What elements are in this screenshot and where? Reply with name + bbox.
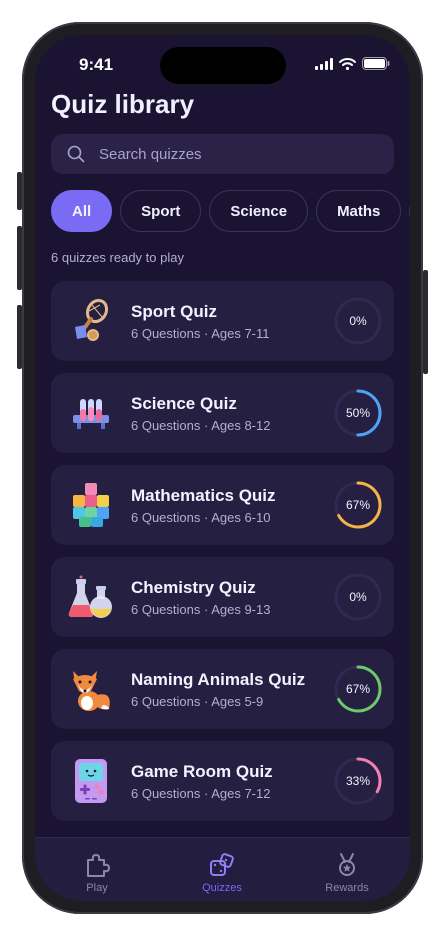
progress-label: 50%: [346, 406, 370, 420]
status-icons: [315, 57, 390, 70]
gameboy-icon: [75, 759, 107, 803]
mute-switch: [17, 172, 22, 210]
category-filter-chips: All Sport Science Maths: [51, 190, 410, 232]
quiz-meta: 6 Questions · Ages 7-12: [131, 786, 271, 801]
search-bar[interactable]: [51, 134, 394, 174]
chip-sport[interactable]: Sport: [120, 190, 202, 232]
quiz-title: Chemistry Quiz: [131, 578, 256, 597]
quiz-card-mathematics[interactable]: Mathematics Quiz 6 Questions · Ages 6-10…: [51, 465, 394, 545]
chip-science[interactable]: Science: [209, 190, 309, 232]
chip-more[interactable]: [409, 190, 410, 232]
volume-up-button: [17, 226, 22, 290]
flasks-icon: [68, 575, 112, 618]
chip-maths[interactable]: Maths: [316, 190, 402, 232]
status-bar: 9:41: [35, 35, 410, 91]
tab-label: Play: [86, 882, 108, 894]
quiz-card-naming-animals[interactable]: Naming Animals Quiz 6 Questions · Ages 5…: [51, 649, 394, 729]
progress-label: 67%: [346, 682, 370, 696]
quiz-card-game-room[interactable]: Game Room Quiz 6 Questions · Ages 7-12 3…: [51, 741, 394, 821]
quiz-meta: 6 Questions · Ages 9-13: [131, 602, 271, 617]
fox-icon: [73, 671, 110, 711]
wifi-icon: [339, 57, 356, 70]
chip-all[interactable]: All: [51, 190, 113, 232]
quiz-meta: 6 Questions · Ages 5-9: [131, 694, 264, 709]
medal-icon: [339, 853, 355, 876]
status-time: 9:41: [79, 55, 114, 74]
bottom-tab-bar: Play Quizzes Rewards: [35, 837, 410, 901]
progress-label: 0%: [349, 314, 367, 328]
tab-label: Rewards: [325, 882, 369, 894]
progress-ring: 67%: [334, 665, 382, 713]
quiz-meta: 6 Questions · Ages 7-11: [131, 326, 270, 341]
progress-ring: 67%: [334, 481, 382, 529]
quiz-title: Naming Animals Quiz: [131, 670, 306, 689]
progress-ring: 0%: [334, 573, 382, 621]
quiz-card-sport[interactable]: Sport Quiz 6 Questions · Ages 7-11 0%: [51, 281, 394, 361]
progress-ring: 33%: [334, 757, 382, 805]
quiz-meta: 6 Questions · Ages 8-12: [131, 418, 271, 433]
tab-play[interactable]: Play: [57, 852, 137, 894]
badminton-icon: [75, 298, 109, 341]
quiz-meta: 6 Questions · Ages 6-10: [131, 510, 271, 525]
dice-icon: [210, 853, 234, 876]
dynamic-island: [160, 47, 286, 84]
search-input[interactable]: [97, 144, 381, 164]
quiz-title: Game Room Quiz: [131, 762, 273, 781]
progress-label: 33%: [346, 774, 370, 788]
progress-ring: 50%: [334, 389, 382, 437]
quiz-title: Science Quiz: [131, 394, 237, 413]
page-title: Quiz library: [51, 89, 195, 119]
tab-label: Quizzes: [202, 882, 242, 894]
battery-icon: [362, 57, 390, 70]
quiz-card-science[interactable]: Science Quiz 6 Questions · Ages 8-12 50%: [51, 373, 394, 453]
progress-ring: 0%: [334, 297, 382, 345]
progress-label: 0%: [349, 590, 367, 604]
quiz-list: Sport Quiz 6 Questions · Ages 7-11 0% Sc…: [51, 281, 394, 833]
cellular-signal-icon: [315, 57, 333, 70]
puzzle-icon: [87, 854, 110, 877]
cubes-icon: [73, 483, 109, 527]
quiz-card-chemistry[interactable]: Chemistry Quiz 6 Questions · Ages 9-13 0…: [51, 557, 394, 637]
volume-down-button: [17, 305, 22, 369]
tab-quizzes[interactable]: Quizzes: [182, 852, 262, 894]
progress-label: 67%: [346, 498, 370, 512]
test-tubes-icon: [73, 399, 109, 429]
search-icon: [67, 145, 85, 163]
quiz-count-text: 6 quizzes ready to play: [51, 250, 184, 265]
quiz-title: Mathematics Quiz: [131, 486, 276, 505]
power-button: [423, 270, 428, 374]
quiz-title: Sport Quiz: [131, 302, 217, 321]
app-screen: 9:41 Quiz library Search quizzes All Spo…: [35, 35, 410, 901]
tab-rewards[interactable]: Rewards: [307, 852, 387, 894]
